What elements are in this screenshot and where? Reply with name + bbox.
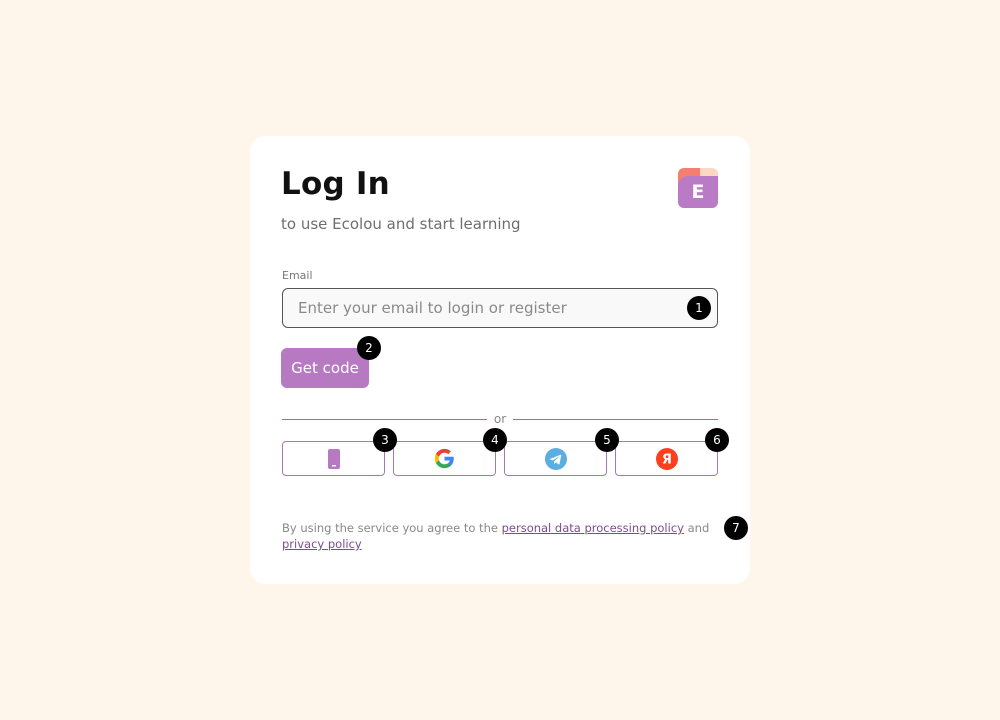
consent-prefix: By using the service you agree to the xyxy=(282,521,502,535)
annotation-badge: 1 xyxy=(687,296,711,320)
annotation-badge: 4 xyxy=(483,428,507,452)
page-subtitle: to use Ecolou and start learning xyxy=(281,215,521,233)
google-icon xyxy=(434,448,454,469)
login-card: Log In to use Ecolou and start learning … xyxy=(250,136,750,584)
email-label: Email xyxy=(282,269,313,282)
privacy-policy-link[interactable]: privacy policy xyxy=(282,537,362,551)
annotation-badge: 6 xyxy=(705,428,729,452)
page-title: Log In xyxy=(281,166,390,202)
svg-text:Я: Я xyxy=(662,452,672,467)
phone-icon xyxy=(327,448,340,469)
phone-login-button[interactable] xyxy=(282,441,385,476)
or-divider: or xyxy=(282,411,718,427)
consent-text: By using the service you agree to the pe… xyxy=(282,520,722,552)
yandex-icon: Я xyxy=(655,447,678,470)
email-input[interactable] xyxy=(282,288,718,328)
annotation-badge: 3 xyxy=(373,428,397,452)
logo-letter: E xyxy=(691,181,705,203)
google-login-button[interactable] xyxy=(393,441,496,476)
consent-middle: and xyxy=(683,521,710,535)
telegram-icon xyxy=(544,447,567,470)
telegram-login-button[interactable] xyxy=(504,441,607,476)
get-code-button[interactable]: Get code xyxy=(281,348,369,388)
personal-data-policy-link[interactable]: personal data processing policy xyxy=(502,521,684,535)
yandex-login-button[interactable]: Я xyxy=(615,441,718,476)
annotation-badge: 2 xyxy=(357,336,381,360)
annotation-badge: 5 xyxy=(595,428,619,452)
annotation-badge: 7 xyxy=(724,516,748,540)
ecolou-logo: E xyxy=(678,168,718,208)
